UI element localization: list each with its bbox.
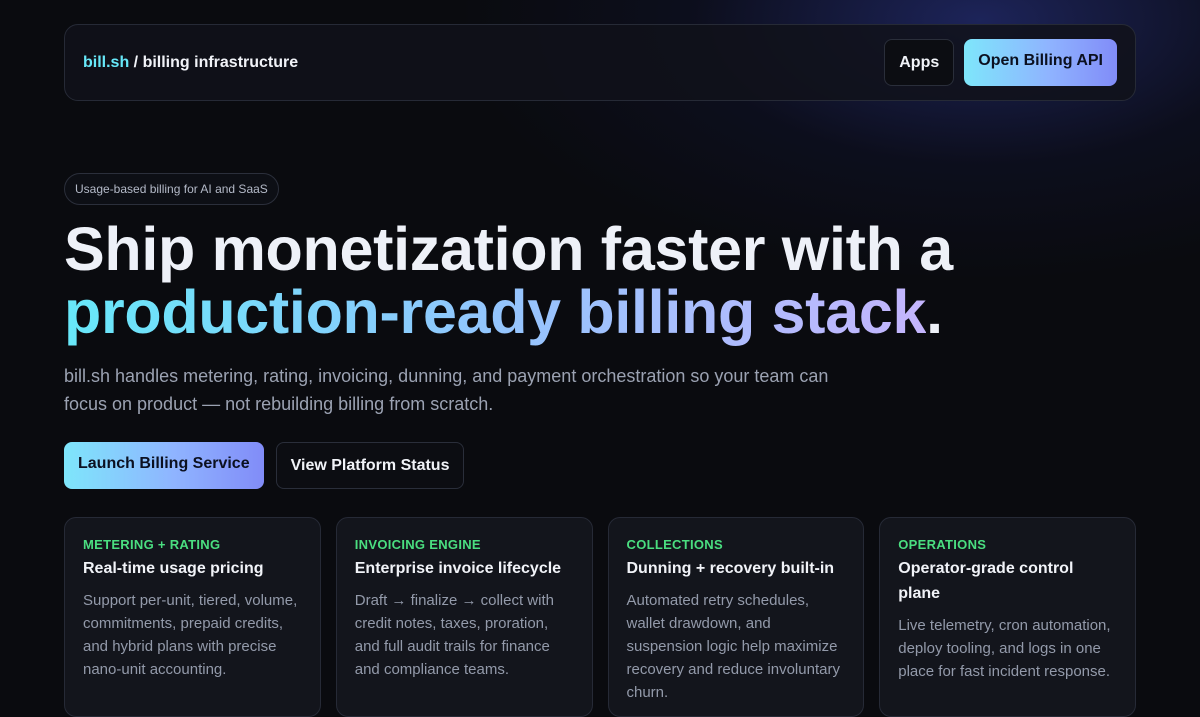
headline-line1: Ship monetization faster with a	[64, 215, 953, 283]
brand-tagline: / billing infrastructure	[129, 54, 298, 71]
headline-accent: production-ready billing stack	[64, 278, 926, 346]
top-nav: bill.sh / billing infrastructure Apps Op…	[64, 24, 1136, 101]
hero-cta-group: Launch Billing Service View Platform Sta…	[64, 442, 464, 489]
feature-card-invoicing: INVOICING ENGINE Enterprise invoice life…	[336, 517, 593, 717]
card-title: Dunning + recovery built-in	[627, 556, 846, 581]
nav-actions: Apps Open Billing API	[884, 39, 1117, 86]
feature-card-operations: OPERATIONS Operator-grade control plane …	[879, 517, 1136, 717]
hero-headline: Ship monetization faster with a producti…	[64, 218, 953, 344]
card-description: Live telemetry, cron automation, deploy …	[898, 614, 1117, 683]
card-description: Support per-unit, tiered, volume, commit…	[83, 589, 302, 681]
card-kicker: COLLECTIONS	[627, 537, 846, 552]
card-description: Automated retry schedules, wallet drawdo…	[627, 589, 846, 704]
view-platform-status-button[interactable]: View Platform Status	[276, 442, 465, 489]
card-title: Real-time usage pricing	[83, 556, 302, 581]
feature-cards: METERING + RATING Real-time usage pricin…	[64, 517, 1136, 717]
card-kicker: OPERATIONS	[898, 537, 1117, 552]
apps-button[interactable]: Apps	[884, 39, 954, 86]
brand-name: bill.sh	[83, 54, 129, 71]
card-title: Enterprise invoice lifecycle	[355, 556, 574, 581]
feature-card-metering: METERING + RATING Real-time usage pricin…	[64, 517, 321, 717]
brand[interactable]: bill.sh / billing infrastructure	[83, 54, 298, 72]
card-title: Operator-grade control plane	[898, 556, 1117, 606]
card-kicker: INVOICING ENGINE	[355, 537, 574, 552]
hero-subtitle: bill.sh handles metering, rating, invoic…	[64, 362, 834, 418]
feature-card-collections: COLLECTIONS Dunning + recovery built-in …	[608, 517, 865, 717]
headline-period: .	[926, 278, 943, 346]
open-billing-api-button[interactable]: Open Billing API	[964, 39, 1117, 86]
card-description: Draft → finalize → collect with credit n…	[355, 589, 574, 681]
hero-badge: Usage-based billing for AI and SaaS	[64, 173, 279, 205]
card-kicker: METERING + RATING	[83, 537, 302, 552]
launch-billing-service-button[interactable]: Launch Billing Service	[64, 442, 264, 489]
page-container: bill.sh / billing infrastructure Apps Op…	[64, 24, 1136, 101]
